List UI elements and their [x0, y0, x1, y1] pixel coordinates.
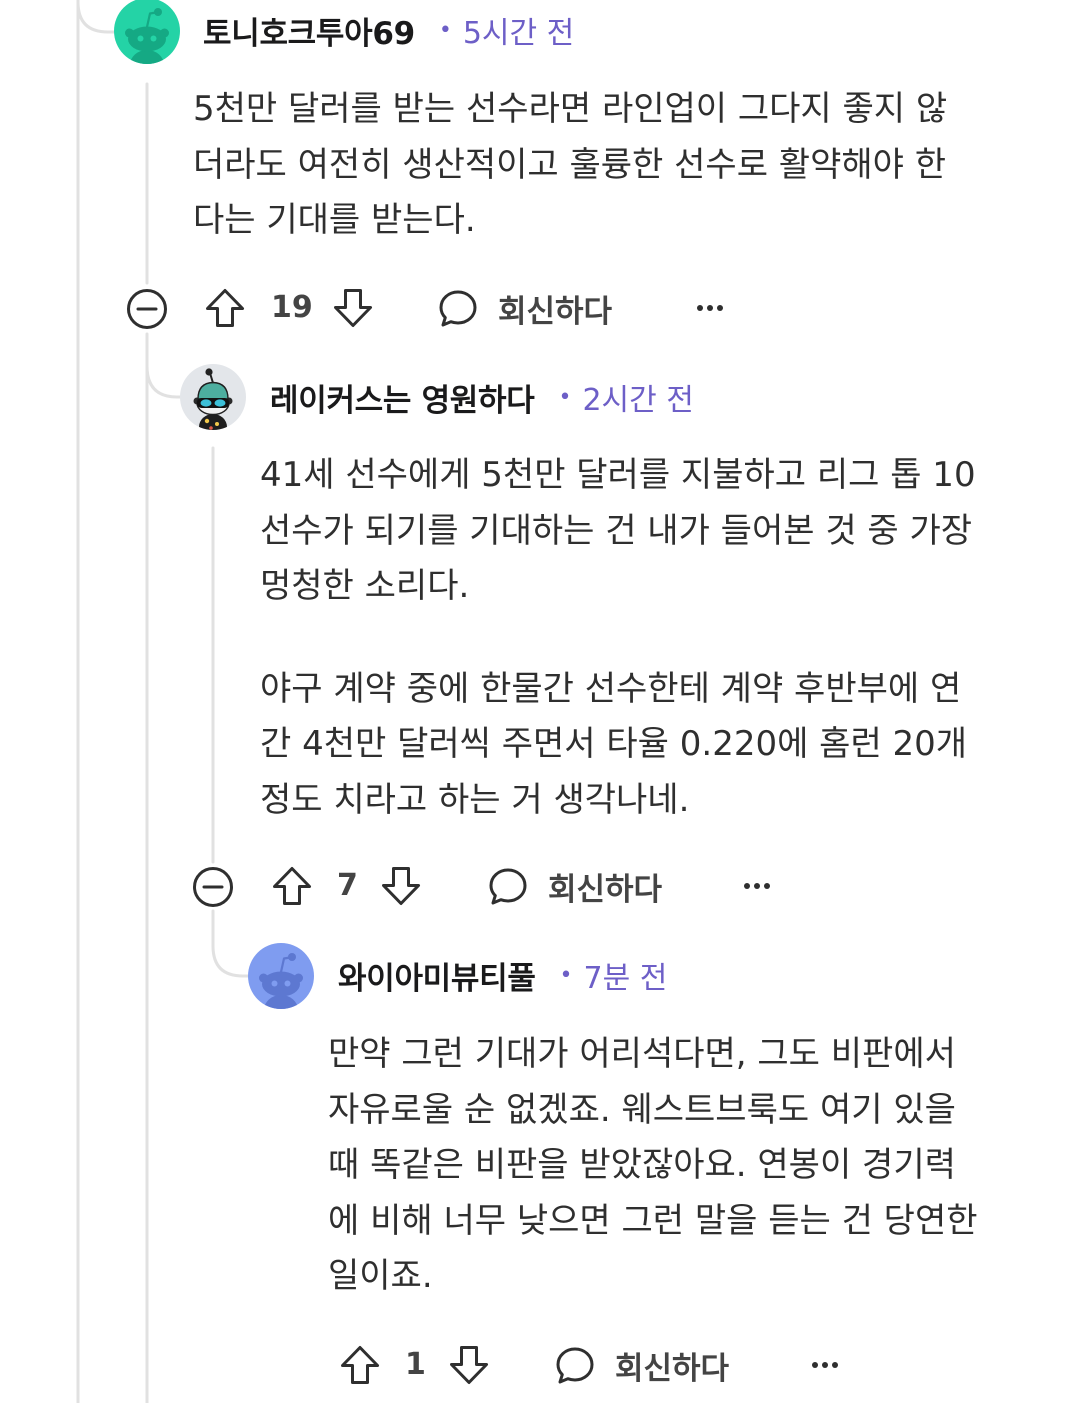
user-avatar[interactable]: [114, 0, 180, 64]
reply-button[interactable]: 회신하다: [553, 1343, 729, 1387]
username[interactable]: 와이아미뷰티풀: [338, 953, 536, 998]
more-options-button[interactable]: [688, 286, 732, 330]
comment-body: 만약 그런 기대가 어리석다면, 그도 비판에서 자유로울 순 없겠죠. 웨스트…: [328, 1027, 978, 1305]
body-line: 41세 선수에게 5천만 달러를 지불하고 리그 톱 10: [260, 455, 976, 495]
comment-header: 토니호크투아69 • 5시간 전: [203, 8, 574, 52]
body-line: 5천만 달러를 받는 선수라면 라인업이 그다지 좋지 않: [193, 89, 948, 129]
downvote-button[interactable]: [331, 286, 375, 330]
snoo-avatar-icon: [114, 0, 180, 64]
downvote-button[interactable]: [379, 864, 423, 908]
comment-icon: [439, 290, 477, 327]
body-line: 멍청한 소리다.: [260, 566, 470, 606]
reply-label: 회신하다: [548, 871, 663, 908]
reply-label: 회신하다: [615, 1350, 730, 1387]
meta-separator: •: [438, 17, 452, 43]
body-line: 에 비해 너무 낮으면 그런 말을 듣는 건 당연한: [328, 1200, 978, 1241]
collapse-icon: [127, 289, 167, 329]
thread-branch-comment-2: [145, 364, 183, 399]
user-avatar[interactable]: [180, 364, 246, 430]
more-icon: [812, 1362, 838, 1368]
timestamp[interactable]: 7분 전: [584, 953, 668, 997]
paragraph: 만약 그런 기대가 어리석다면, 그도 비판에서 자유로울 순 없겠죠. 웨스트…: [328, 1027, 978, 1305]
comment-body: 41세 선수에게 5천만 달러를 지불하고 리그 톱 10 선수가 되기를 기대…: [260, 448, 976, 828]
paragraph: 야구 계약 중에 한물간 선수한테 계약 후반부에 연 간 4천만 달러씩 주면…: [260, 662, 976, 829]
comment-body: 5천만 달러를 받는 선수라면 라인업이 그다지 좋지 않 더라도 여전히 생산…: [193, 82, 947, 249]
upvote-button[interactable]: [270, 864, 314, 908]
custom-snoo-avatar-icon: [180, 364, 246, 430]
body-line: 선수가 되기를 기대하는 건 내가 들어본 것 중 가장: [260, 510, 973, 551]
comment-icon: [556, 1347, 594, 1384]
downvote-icon: [382, 867, 420, 905]
user-avatar[interactable]: [248, 943, 314, 1009]
comment-icon: [489, 868, 527, 905]
reply-button[interactable]: 회신하다: [436, 286, 612, 330]
upvote-icon: [206, 289, 244, 327]
comment-thread: 토니호크투아69 • 5시간 전 5천만 달러를 받는 선수라면 라인업이 그다…: [0, 0, 1080, 1403]
paragraph: 41세 선수에게 5천만 달러를 지불하고 리그 톱 10 선수가 되기를 기대…: [260, 448, 976, 615]
body-line: 만약 그런 기대가 어리석다면, 그도 비판에서: [328, 1034, 956, 1074]
upvote-icon: [341, 1346, 379, 1384]
upvote-button[interactable]: [203, 286, 247, 330]
vote-score: 19: [271, 290, 313, 325]
upvote-button[interactable]: [338, 1343, 382, 1387]
reply-label: 회신하다: [498, 293, 613, 330]
paragraph: 5천만 달러를 받는 선수라면 라인업이 그다지 좋지 않 더라도 여전히 생산…: [193, 82, 947, 249]
vote-score: 1: [405, 1347, 426, 1382]
thread-branch-comment-1: [76, 0, 116, 34]
upvote-icon: [273, 867, 311, 905]
collapse-icon: [193, 867, 233, 907]
meta-separator: •: [559, 962, 573, 988]
vote-score: 7: [337, 868, 358, 903]
more-icon: [744, 883, 770, 889]
body-line: 간 4천만 달러씩 주면서 타율 0.220에 홈런 20개: [260, 724, 968, 764]
downvote-button[interactable]: [447, 1343, 491, 1387]
comment-header: 와이아미뷰티풀 • 7분 전: [338, 953, 667, 997]
timestamp[interactable]: 5시간 전: [463, 8, 574, 52]
comment-header: 레이커스는 영원하다 • 2시간 전: [270, 375, 694, 419]
body-line: 다는 기대를 받는다.: [193, 200, 476, 240]
body-line: 일이죠.: [328, 1256, 433, 1296]
downvote-icon: [334, 289, 372, 327]
meta-separator: •: [558, 384, 572, 410]
body-line: 자유로울 순 없겠죠. 웨스트브룩도 여기 있을: [328, 1089, 956, 1130]
body-line: 때 똑같은 비판을 받았잖아요. 연봉이 경기력: [328, 1145, 956, 1185]
snoo-avatar-icon: [248, 943, 314, 1009]
downvote-icon: [450, 1346, 488, 1384]
collapse-button[interactable]: [191, 865, 235, 909]
body-line: 야구 계약 중에 한물간 선수한테 계약 후반부에 연: [260, 668, 962, 709]
more-icon: [697, 305, 723, 311]
timestamp[interactable]: 2시간 전: [582, 375, 693, 419]
body-line: 정도 치라고 하는 거 생각나네.: [260, 779, 690, 820]
username[interactable]: 토니호크투아69: [203, 8, 415, 53]
reply-button[interactable]: 회신하다: [486, 864, 662, 908]
thread-branch-comment-3: [211, 909, 251, 978]
collapse-button[interactable]: [125, 287, 169, 331]
more-options-button[interactable]: [803, 1343, 847, 1387]
more-options-button[interactable]: [735, 864, 779, 908]
body-line: 더라도 여전히 생산적이고 훌륭한 선수로 활약해야 한: [193, 144, 947, 185]
username[interactable]: 레이커스는 영원하다: [270, 375, 535, 420]
